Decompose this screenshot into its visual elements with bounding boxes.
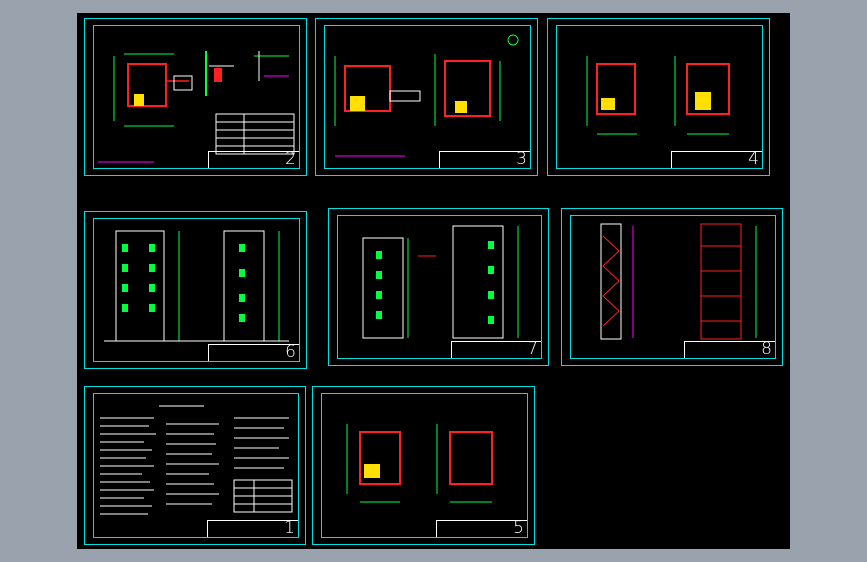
title-block: 2: [207, 149, 299, 169]
title-block: 1: [207, 518, 298, 538]
title-block: 4: [670, 149, 762, 169]
title-block: 6: [207, 342, 299, 362]
title-block: 3: [438, 149, 530, 169]
drawing-sheet-8[interactable]: 8: [561, 208, 783, 366]
sheet-number: 6: [285, 342, 296, 362]
drawing-sheet-4[interactable]: 4: [547, 18, 770, 176]
drawing-sheet-2[interactable]: 2: [84, 18, 307, 176]
sheet-number: 3: [516, 149, 527, 169]
sheet-frame: 1: [93, 393, 299, 538]
sheet-number: 8: [761, 339, 772, 359]
sheet-frame: 2: [93, 25, 300, 169]
cad-model-space[interactable]: 2 3 4 6 7 8 1 5: [77, 13, 790, 549]
sheet-number: 2: [285, 149, 296, 169]
sheet-frame: 4: [556, 25, 763, 169]
sheet-frame: 7: [337, 215, 542, 359]
sheet-number: 5: [513, 518, 524, 538]
sheet-number: 4: [748, 149, 759, 169]
drawing-sheet-5[interactable]: 5: [312, 386, 535, 545]
sheet-number: 7: [527, 339, 538, 359]
sheet-frame: 8: [570, 215, 776, 359]
sheet-frame: 3: [324, 25, 531, 169]
drawing-sheet-1[interactable]: 1: [84, 386, 306, 545]
sheet-number: 1: [284, 518, 295, 538]
title-block: 5: [435, 518, 527, 538]
sheet-frame: 5: [321, 393, 528, 538]
design-notes-text: [100, 405, 293, 515]
roof-plan-drawing: [346, 424, 493, 503]
drawing-sheet-6[interactable]: 6: [84, 211, 307, 369]
title-block: 8: [684, 339, 775, 359]
sheet-frame: 6: [93, 218, 300, 362]
drawing-sheet-7[interactable]: 7: [328, 208, 549, 366]
drawing-sheet-3[interactable]: 3: [315, 18, 538, 176]
title-block: 7: [450, 339, 541, 359]
